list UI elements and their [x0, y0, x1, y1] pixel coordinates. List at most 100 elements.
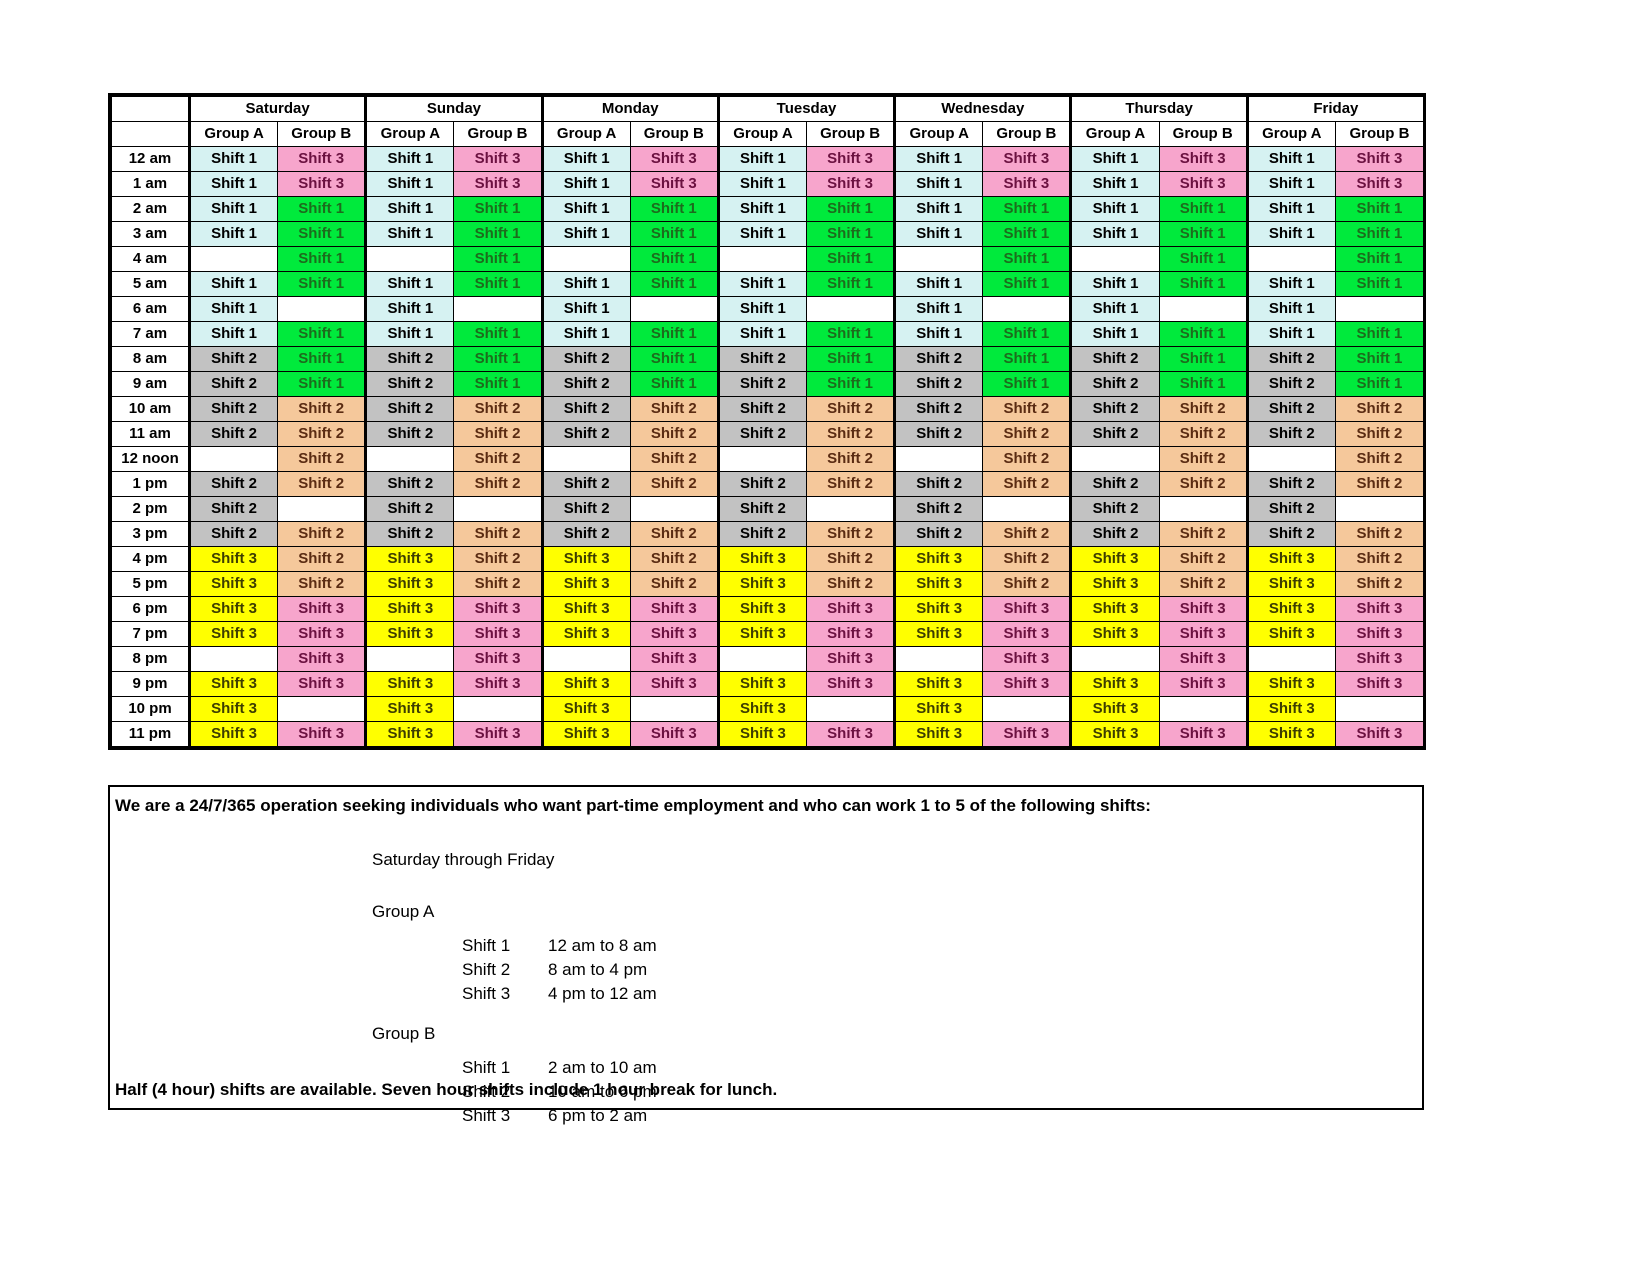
shift-cell[interactable]: Shift 1 — [806, 371, 896, 397]
shift-cell[interactable]: Shift 3 — [1334, 671, 1425, 697]
shift-cell[interactable]: Shift 2 — [893, 346, 984, 372]
shift-cell[interactable] — [540, 646, 631, 672]
shift-cell[interactable]: Shift 1 — [629, 371, 719, 397]
shift-cell[interactable]: Shift 1 — [540, 221, 631, 247]
shift-cell[interactable]: Shift 3 — [806, 171, 896, 197]
shift-cell[interactable] — [187, 246, 279, 272]
shift-cell[interactable]: Shift 2 — [893, 396, 984, 422]
shift-cell[interactable] — [893, 246, 984, 272]
shift-cell[interactable]: Shift 1 — [716, 271, 808, 297]
shift-cell[interactable] — [453, 696, 543, 722]
shift-cell[interactable]: Shift 3 — [893, 721, 984, 747]
shift-cell[interactable]: Shift 2 — [453, 446, 543, 472]
shift-cell[interactable]: Shift 1 — [716, 296, 808, 322]
shift-cell[interactable]: Shift 1 — [187, 321, 279, 347]
shift-cell[interactable]: Shift 2 — [540, 421, 631, 447]
shift-cell[interactable]: Shift 3 — [1069, 721, 1160, 747]
shift-cell[interactable]: Shift 3 — [806, 146, 896, 172]
shift-cell[interactable]: Shift 2 — [806, 471, 896, 497]
shift-cell[interactable]: Shift 1 — [1334, 246, 1425, 272]
shift-cell[interactable]: Shift 1 — [1334, 271, 1425, 297]
shift-cell[interactable]: Shift 3 — [453, 596, 543, 622]
shift-cell[interactable]: Shift 3 — [540, 671, 631, 697]
shift-cell[interactable] — [1158, 496, 1248, 522]
shift-cell[interactable]: Shift 2 — [716, 471, 808, 497]
shift-cell[interactable]: Shift 2 — [629, 421, 719, 447]
shift-cell[interactable] — [629, 296, 719, 322]
shift-cell[interactable]: Shift 3 — [893, 696, 984, 722]
shift-cell[interactable] — [893, 446, 984, 472]
shift-cell[interactable]: Shift 3 — [453, 646, 543, 672]
shift-cell[interactable]: Shift 3 — [1069, 621, 1160, 647]
shift-cell[interactable]: Shift 2 — [1245, 496, 1336, 522]
shift-cell[interactable]: Shift 2 — [893, 521, 984, 547]
shift-cell[interactable]: Shift 3 — [982, 596, 1072, 622]
shift-cell[interactable]: Shift 3 — [1334, 146, 1425, 172]
shift-cell[interactable]: Shift 2 — [277, 471, 367, 497]
shift-cell[interactable]: Shift 2 — [1069, 496, 1160, 522]
shift-cell[interactable]: Shift 2 — [540, 371, 631, 397]
shift-cell[interactable]: Shift 1 — [1069, 271, 1160, 297]
shift-cell[interactable]: Shift 2 — [1334, 446, 1425, 472]
shift-cell[interactable]: Shift 1 — [364, 296, 455, 322]
shift-cell[interactable]: Shift 3 — [806, 721, 896, 747]
shift-cell[interactable]: Shift 1 — [1334, 221, 1425, 247]
shift-cell[interactable]: Shift 3 — [187, 696, 279, 722]
shift-cell[interactable]: Shift 1 — [1334, 371, 1425, 397]
shift-cell[interactable]: Shift 2 — [1069, 346, 1160, 372]
shift-cell[interactable]: Shift 3 — [1245, 571, 1336, 597]
shift-cell[interactable] — [364, 246, 455, 272]
shift-cell[interactable]: Shift 1 — [540, 146, 631, 172]
shift-cell[interactable]: Shift 3 — [629, 146, 719, 172]
shift-cell[interactable]: Shift 1 — [187, 296, 279, 322]
shift-cell[interactable]: Shift 3 — [1069, 696, 1160, 722]
shift-cell[interactable]: Shift 2 — [629, 446, 719, 472]
shift-cell[interactable]: Shift 1 — [893, 146, 984, 172]
shift-cell[interactable]: Shift 2 — [982, 446, 1072, 472]
shift-cell[interactable] — [1334, 296, 1425, 322]
shift-cell[interactable]: Shift 2 — [629, 396, 719, 422]
shift-cell[interactable]: Shift 1 — [453, 221, 543, 247]
shift-cell[interactable]: Shift 1 — [806, 346, 896, 372]
shift-cell[interactable]: Shift 1 — [540, 171, 631, 197]
shift-cell[interactable]: Shift 3 — [893, 621, 984, 647]
shift-cell[interactable]: Shift 1 — [982, 346, 1072, 372]
shift-cell[interactable]: Shift 3 — [277, 171, 367, 197]
shift-cell[interactable] — [453, 496, 543, 522]
shift-cell[interactable] — [364, 646, 455, 672]
shift-cell[interactable]: Shift 3 — [1158, 171, 1248, 197]
shift-cell[interactable]: Shift 1 — [1069, 221, 1160, 247]
shift-cell[interactable]: Shift 2 — [1158, 421, 1248, 447]
shift-cell[interactable]: Shift 2 — [982, 421, 1072, 447]
shift-cell[interactable]: Shift 3 — [1334, 721, 1425, 747]
shift-cell[interactable]: Shift 1 — [716, 221, 808, 247]
shift-cell[interactable]: Shift 1 — [893, 171, 984, 197]
shift-cell[interactable]: Shift 1 — [629, 221, 719, 247]
shift-cell[interactable]: Shift 3 — [364, 571, 455, 597]
shift-cell[interactable]: Shift 1 — [364, 271, 455, 297]
shift-cell[interactable]: Shift 3 — [1158, 146, 1248, 172]
shift-cell[interactable]: Shift 2 — [364, 396, 455, 422]
shift-cell[interactable] — [982, 496, 1072, 522]
shift-cell[interactable]: Shift 1 — [187, 146, 279, 172]
shift-cell[interactable] — [982, 296, 1072, 322]
shift-cell[interactable]: Shift 2 — [187, 371, 279, 397]
shift-cell[interactable] — [1245, 446, 1336, 472]
shift-cell[interactable]: Shift 3 — [982, 146, 1072, 172]
shift-cell[interactable]: Shift 3 — [982, 721, 1072, 747]
shift-cell[interactable]: Shift 3 — [187, 596, 279, 622]
shift-cell[interactable]: Shift 2 — [364, 496, 455, 522]
shift-cell[interactable]: Shift 1 — [364, 321, 455, 347]
shift-cell[interactable]: Shift 2 — [1069, 371, 1160, 397]
shift-cell[interactable]: Shift 1 — [716, 146, 808, 172]
shift-cell[interactable]: Shift 3 — [893, 596, 984, 622]
shift-cell[interactable]: Shift 3 — [277, 621, 367, 647]
shift-cell[interactable]: Shift 3 — [453, 146, 543, 172]
shift-cell[interactable]: Shift 2 — [1334, 396, 1425, 422]
shift-cell[interactable]: Shift 1 — [187, 271, 279, 297]
shift-cell[interactable] — [716, 246, 808, 272]
shift-cell[interactable]: Shift 3 — [982, 646, 1072, 672]
shift-cell[interactable]: Shift 3 — [453, 621, 543, 647]
shift-cell[interactable]: Shift 3 — [187, 571, 279, 597]
shift-cell[interactable]: Shift 2 — [187, 421, 279, 447]
